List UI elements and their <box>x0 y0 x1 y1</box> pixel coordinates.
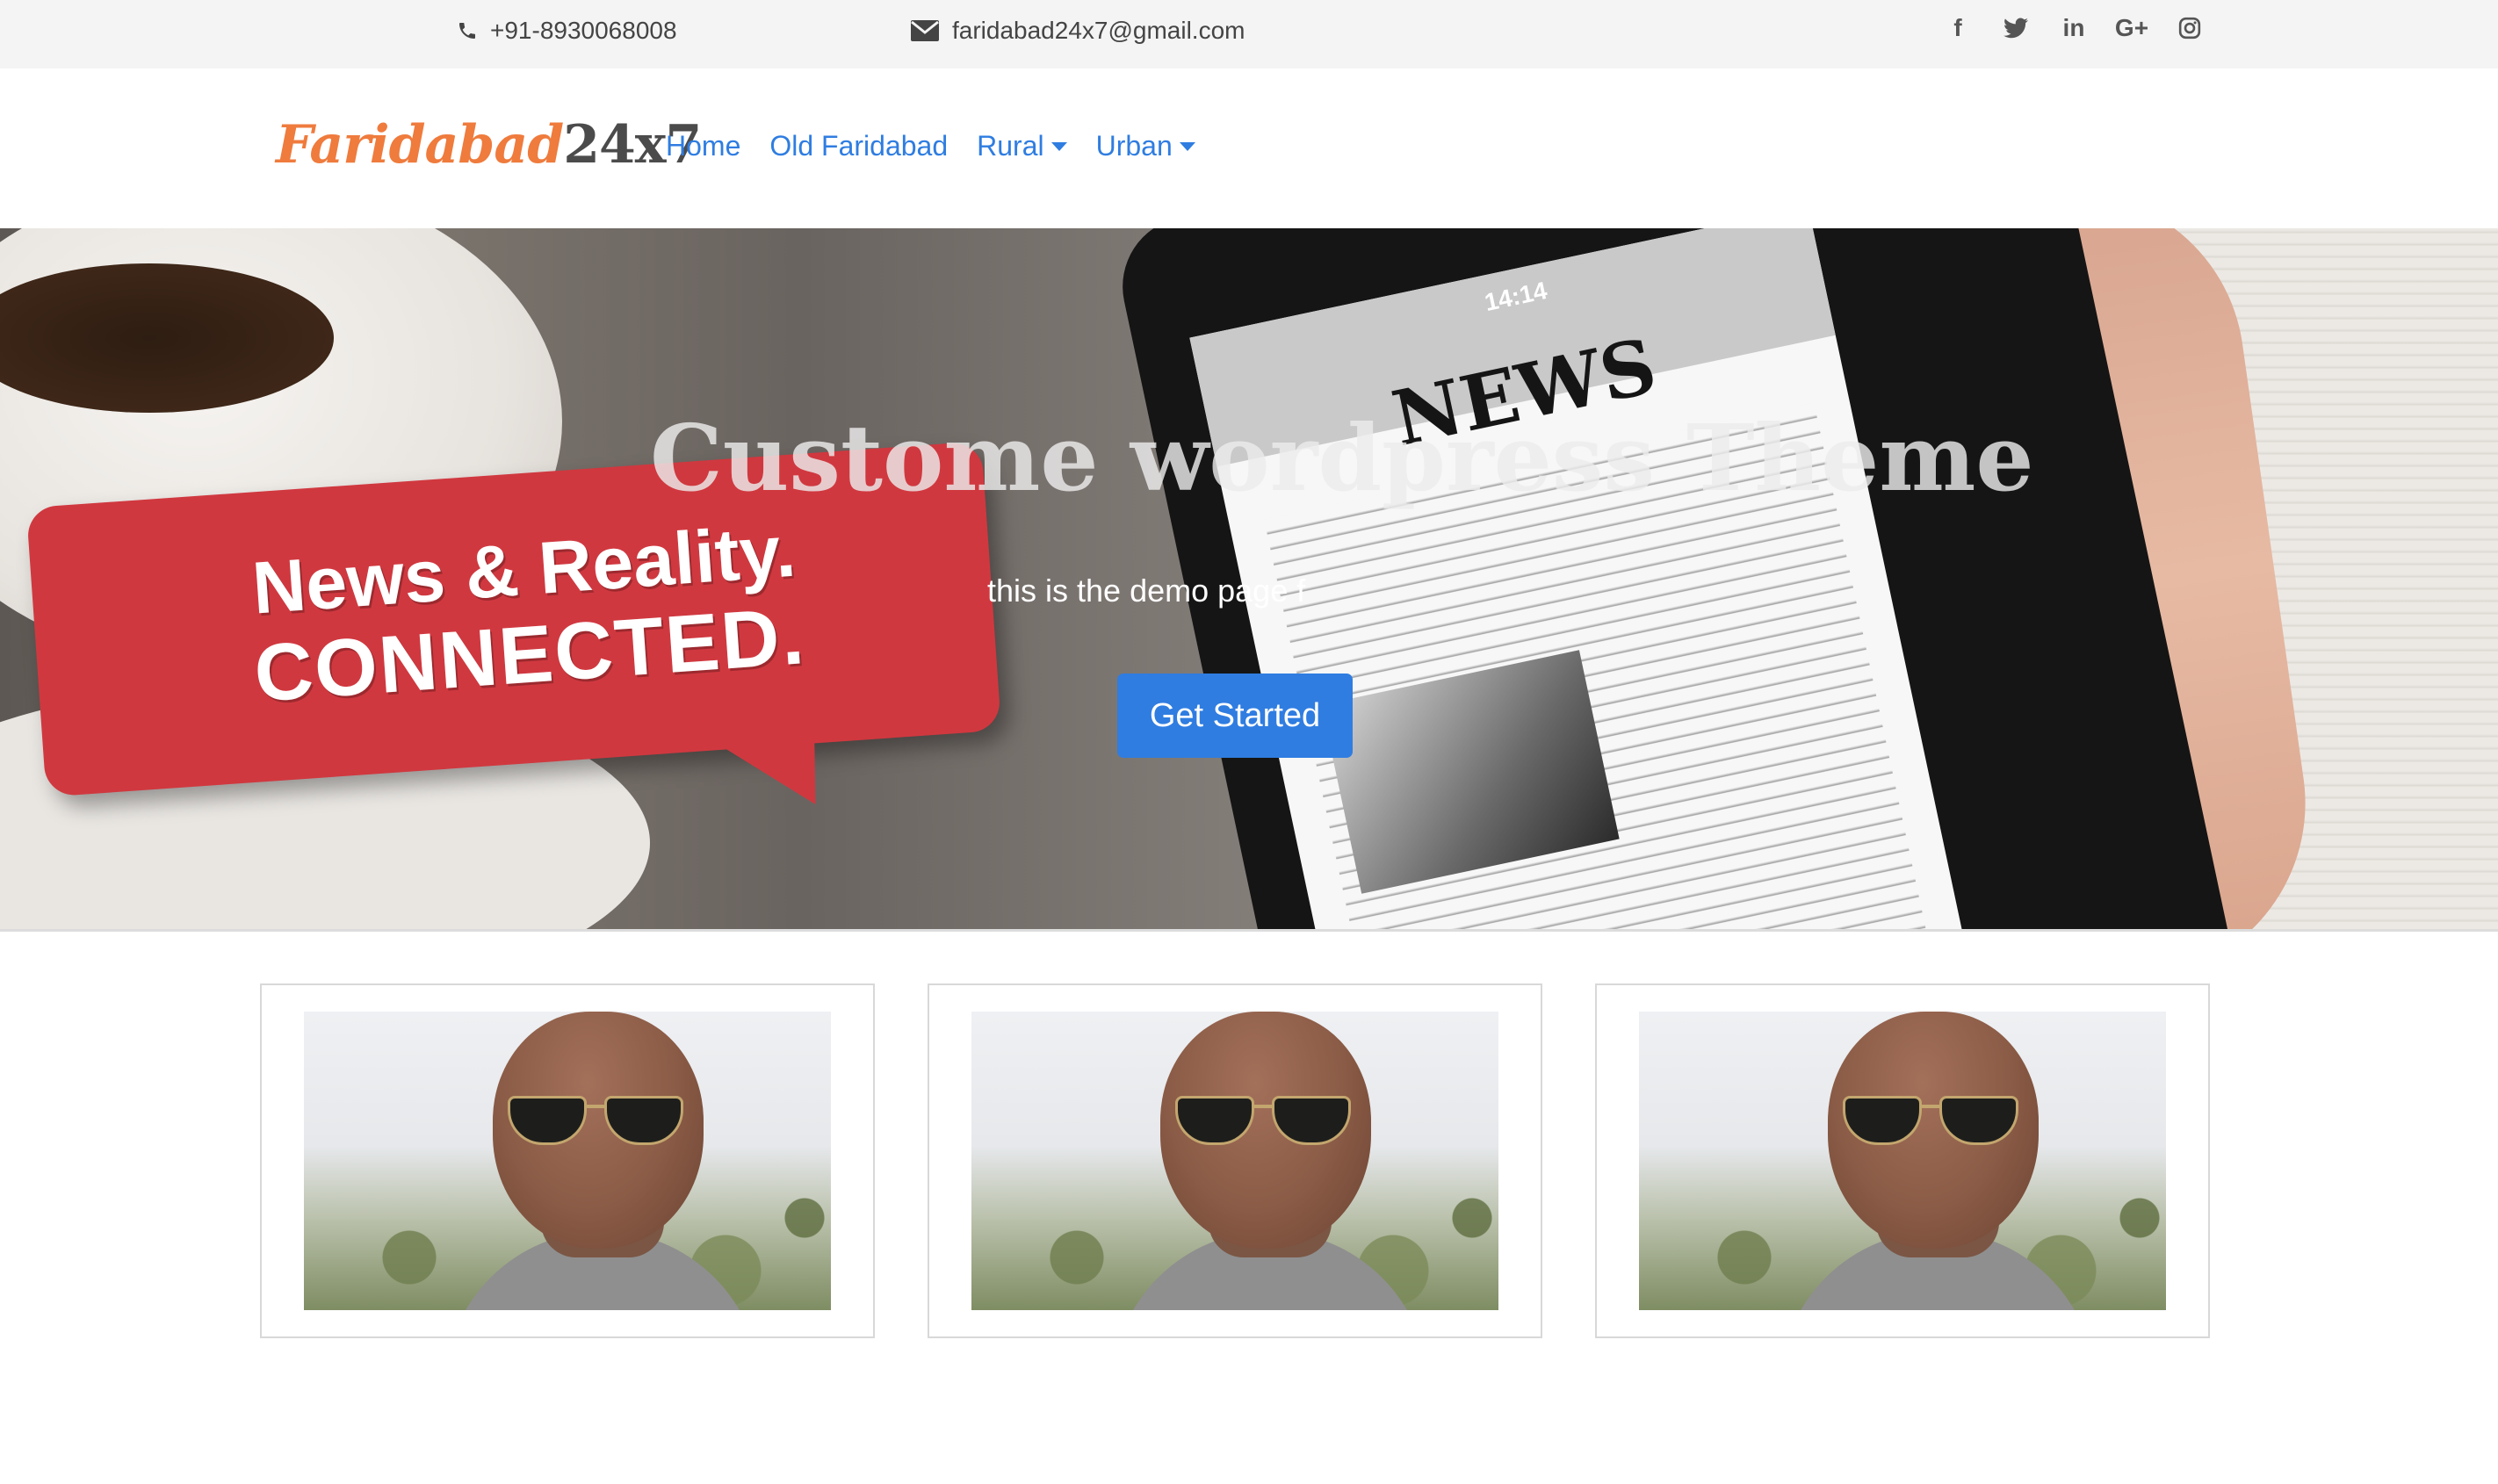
email-address: faridabad24x7@gmail.com <box>952 17 1245 44</box>
linkedin-icon[interactable]: in <box>2045 11 2103 46</box>
hero-title: Custome wordpress Theme <box>650 404 2034 512</box>
post-card[interactable] <box>1595 983 2210 1338</box>
hero-subtitle: this is the demo page f <box>987 573 1306 609</box>
nav-dropdown-urban[interactable]: Urban <box>1096 130 1195 162</box>
sunglasses-icon <box>1843 1096 2018 1147</box>
nav-dropdown-rural[interactable]: Rural <box>977 130 1067 162</box>
nav-link-old-faridabad[interactable]: Old Faridabad <box>769 130 948 162</box>
instagram-icon[interactable] <box>2161 11 2219 46</box>
top-contact-bar: +91-8930068008 faridabad24x7@gmail.com f… <box>0 0 2498 68</box>
post-card[interactable] <box>928 983 1542 1338</box>
primary-nav: Home Old Faridabad Rural Urban <box>666 130 1224 162</box>
caret-down-icon <box>1050 141 1067 151</box>
site-logo[interactable]: Faridabad24x7 <box>276 114 702 176</box>
caret-down-icon <box>1179 141 1195 151</box>
post-card-image[interactable] <box>971 1012 1498 1310</box>
nav-link-home[interactable]: Home <box>666 130 740 162</box>
post-card[interactable] <box>260 983 875 1338</box>
nav-dropdown-urban-label: Urban <box>1095 130 1173 162</box>
phone-number: +91-8930068008 <box>490 17 677 44</box>
email-contact[interactable]: faridabad24x7@gmail.com <box>910 0 1245 61</box>
post-card-image[interactable] <box>1639 1012 2166 1310</box>
social-links: f in G+ <box>1929 11 2219 46</box>
twitter-icon[interactable] <box>1987 11 2045 46</box>
sunglasses-icon <box>508 1096 683 1147</box>
hero-banner: NEWS 14:14 News & Reality. CONNECTED. Cu… <box>0 228 2498 931</box>
get-started-button[interactable]: Get Started <box>1117 674 1353 758</box>
post-card-image[interactable] <box>304 1012 831 1310</box>
facebook-icon[interactable]: f <box>1929 11 1987 46</box>
nav-dropdown-rural-label: Rural <box>977 130 1044 162</box>
hero-divider <box>0 929 2498 932</box>
google-plus-icon[interactable]: G+ <box>2103 11 2161 46</box>
phone-icon <box>459 23 475 39</box>
logo-text-primary: Faridabad <box>276 114 564 176</box>
envelope-icon <box>911 20 939 41</box>
sunglasses-icon <box>1175 1096 1351 1147</box>
phone-contact[interactable]: +91-8930068008 <box>457 0 677 61</box>
main-navbar: Faridabad24x7 Home Old Faridabad Rural U… <box>0 68 2498 228</box>
